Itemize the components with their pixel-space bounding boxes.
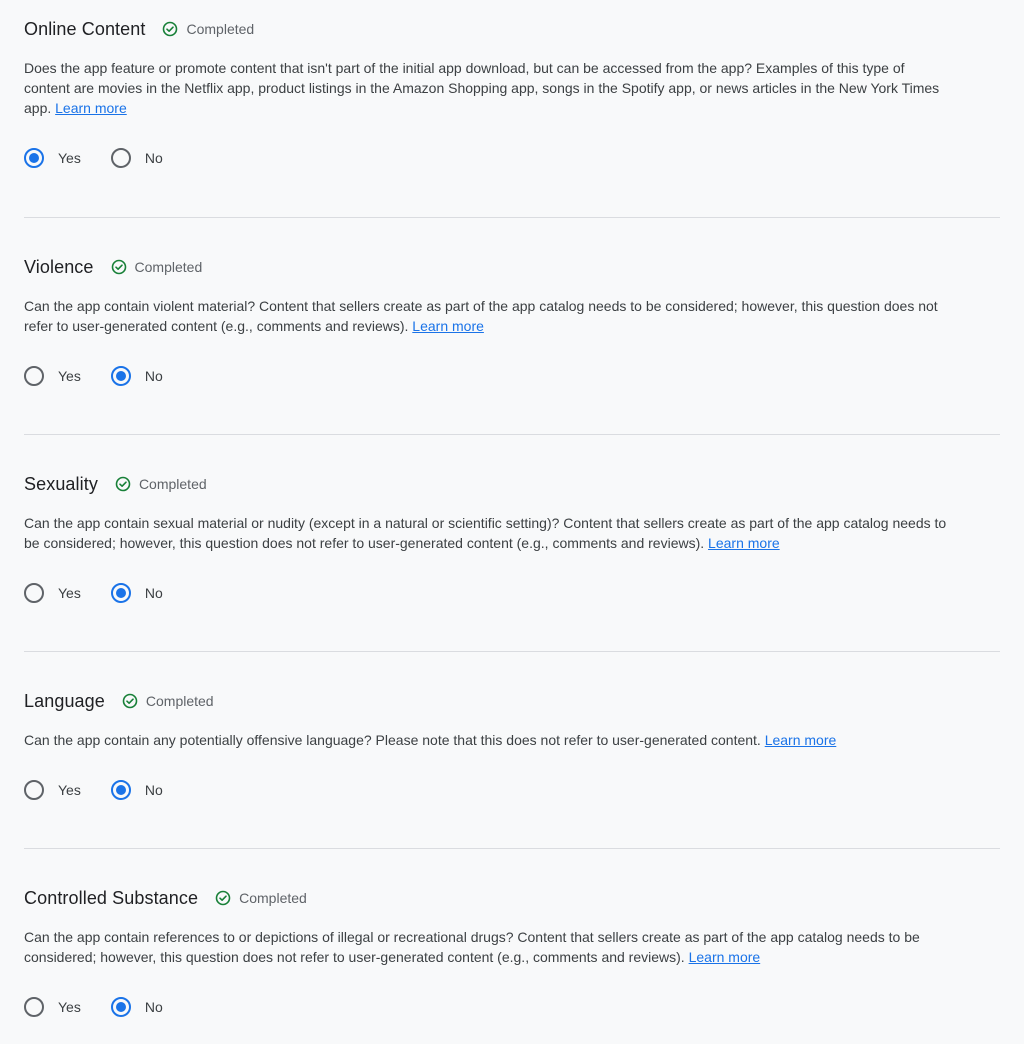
radio-selected-dot bbox=[115, 588, 126, 598]
radio-label-no: No bbox=[144, 368, 163, 384]
radio-button-no[interactable] bbox=[110, 148, 131, 168]
radio-selected-dot bbox=[115, 1002, 126, 1012]
section-header: Online Content Completed bbox=[24, 0, 1000, 42]
section-online-content: Online Content Completed Does the app fe… bbox=[24, 0, 1000, 218]
status-badge: Completed bbox=[215, 890, 307, 906]
radio-group: Yes No bbox=[24, 148, 1000, 168]
radio-button-no[interactable] bbox=[110, 366, 131, 386]
radio-button-no[interactable] bbox=[110, 997, 131, 1017]
radio-button-yes[interactable] bbox=[24, 997, 44, 1017]
section-description: Can the app contain references to or dep… bbox=[24, 927, 954, 967]
radio-yes[interactable]: Yes bbox=[24, 583, 81, 603]
radio-yes[interactable]: Yes bbox=[24, 148, 81, 168]
radio-no[interactable]: No bbox=[110, 997, 163, 1017]
section-description: Does the app feature or promote content … bbox=[24, 58, 954, 118]
radio-no[interactable]: No bbox=[110, 148, 163, 168]
section-controlled-substance: Controlled Substance Completed Can the a… bbox=[24, 849, 1000, 1017]
learn-more-link[interactable]: Learn more bbox=[689, 949, 761, 965]
description-text: Can the app contain references to or dep… bbox=[24, 929, 920, 965]
learn-more-link[interactable]: Learn more bbox=[412, 318, 484, 334]
section-title: Online Content bbox=[24, 18, 146, 39]
radio-label-no: No bbox=[144, 585, 163, 601]
radio-yes[interactable]: Yes bbox=[24, 366, 81, 386]
status-label: Completed bbox=[239, 890, 307, 906]
status-label: Completed bbox=[138, 476, 207, 492]
status-label: Completed bbox=[134, 259, 203, 275]
section-title: Language bbox=[24, 690, 105, 711]
radio-group: Yes No bbox=[24, 366, 1000, 386]
radio-no[interactable]: No bbox=[110, 366, 163, 386]
learn-more-link[interactable]: Learn more bbox=[55, 100, 127, 116]
radio-label-yes: Yes bbox=[58, 585, 81, 601]
check-circle-icon bbox=[115, 476, 131, 492]
learn-more-link[interactable]: Learn more bbox=[765, 732, 837, 748]
section-header: Violence Completed bbox=[24, 218, 1000, 280]
status-badge: Completed bbox=[111, 259, 203, 275]
check-circle-icon bbox=[122, 693, 138, 709]
radio-group: Yes No bbox=[24, 780, 1000, 800]
section-title: Controlled Substance bbox=[24, 887, 199, 908]
radio-button-yes[interactable] bbox=[24, 148, 44, 168]
radio-button-yes[interactable] bbox=[24, 780, 44, 800]
section-header: Sexuality Completed bbox=[24, 435, 1000, 497]
section-header: Language Completed bbox=[24, 652, 1000, 714]
description-text: Can the app contain sexual material or n… bbox=[24, 515, 947, 551]
radio-button-no[interactable] bbox=[110, 780, 131, 800]
radio-label-no: No bbox=[144, 150, 163, 166]
radio-label-no: No bbox=[144, 999, 163, 1015]
radio-yes[interactable]: Yes bbox=[24, 780, 81, 800]
section-description: Can the app contain sexual material or n… bbox=[24, 513, 954, 553]
status-label: Completed bbox=[145, 693, 214, 709]
check-circle-icon bbox=[215, 890, 231, 906]
radio-button-yes[interactable] bbox=[24, 366, 44, 386]
section-sexuality: Sexuality Completed Can the app contain … bbox=[24, 435, 1000, 652]
description-text: Does the app feature or promote content … bbox=[24, 60, 940, 116]
radio-selected-dot bbox=[29, 153, 39, 163]
radio-no[interactable]: No bbox=[110, 583, 163, 603]
learn-more-link[interactable]: Learn more bbox=[708, 535, 780, 551]
radio-yes[interactable]: Yes bbox=[24, 997, 81, 1017]
status-badge: Completed bbox=[115, 476, 207, 492]
radio-no[interactable]: No bbox=[110, 780, 163, 800]
section-title: Sexuality bbox=[24, 473, 98, 494]
status-label: Completed bbox=[186, 21, 255, 37]
radio-button-yes[interactable] bbox=[24, 583, 44, 603]
check-circle-icon bbox=[162, 21, 178, 37]
check-circle-icon bbox=[111, 259, 127, 275]
section-language: Language Completed Can the app contain a… bbox=[24, 652, 1000, 849]
radio-label-yes: Yes bbox=[58, 782, 81, 798]
section-violence: Violence Completed Can the app contain v… bbox=[24, 218, 1000, 435]
status-badge: Completed bbox=[122, 693, 214, 709]
radio-label-yes: Yes bbox=[58, 999, 81, 1015]
status-badge: Completed bbox=[162, 21, 254, 37]
section-description: Can the app contain violent material? Co… bbox=[24, 296, 954, 336]
radio-button-no[interactable] bbox=[110, 583, 131, 603]
content-rating-questionnaire: Online Content Completed Does the app fe… bbox=[0, 0, 1024, 1017]
radio-group: Yes No bbox=[24, 583, 1000, 603]
section-description: Can the app contain any potentially offe… bbox=[24, 730, 954, 750]
section-header: Controlled Substance Completed bbox=[24, 849, 1000, 911]
section-title: Violence bbox=[24, 256, 94, 277]
description-text: Can the app contain any potentially offe… bbox=[24, 732, 761, 748]
radio-selected-dot bbox=[115, 371, 126, 381]
radio-label-no: No bbox=[144, 782, 163, 798]
radio-label-yes: Yes bbox=[58, 368, 81, 384]
radio-group: Yes No bbox=[24, 997, 1000, 1017]
radio-selected-dot bbox=[115, 785, 126, 795]
radio-label-yes: Yes bbox=[58, 150, 81, 166]
